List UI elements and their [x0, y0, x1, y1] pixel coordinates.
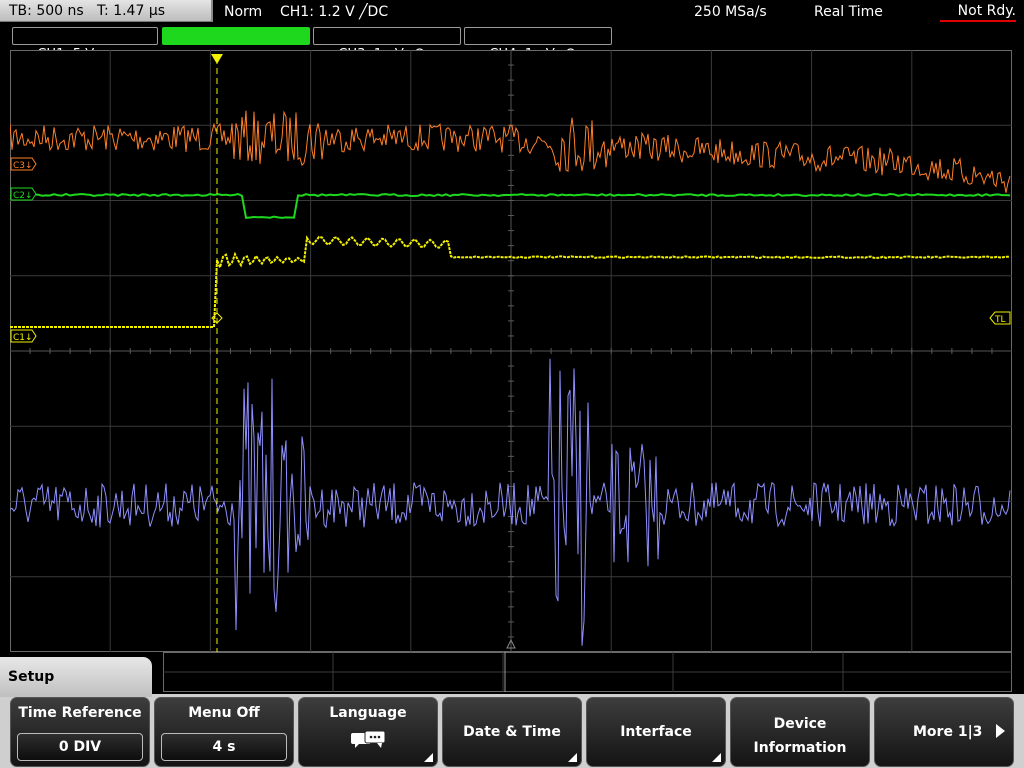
time-reference-button[interactable]: Time Reference 0 DIV [10, 697, 150, 767]
submenu-indicator-icon [568, 753, 577, 762]
button-label: Interface [620, 724, 692, 740]
button-label: Date & Time [463, 724, 561, 740]
button-label: Device Information [753, 716, 847, 756]
status-bar: TB: 500 ns T: 1.47 µs Norm CH1: 1.2 V ╱D… [0, 0, 1024, 24]
device-information-button[interactable]: Device Information [730, 697, 870, 767]
acquisition-mode: Real Time [814, 4, 883, 20]
button-label: Menu Off [188, 705, 260, 721]
sample-rate: 250 MSa/s [694, 4, 767, 20]
menu-off-value: 4 s [161, 733, 287, 761]
timebase-readout[interactable]: TB: 500 ns T: 1.47 µs [0, 0, 213, 22]
trigger-mode[interactable]: Norm [224, 0, 262, 24]
svg-text:C3↓: C3↓ [13, 161, 33, 171]
more-button[interactable]: More 1|3 [874, 697, 1014, 767]
interface-button[interactable]: Interface [586, 697, 726, 767]
svg-text:C1↓: C1↓ [13, 333, 33, 343]
svg-text:TL: TL [994, 315, 1006, 325]
channel-tab-ch3[interactable]: CH3: 1mV≃Ω [313, 27, 461, 62]
speech-bubbles-icon [351, 730, 386, 748]
next-page-arrow-icon [996, 724, 1005, 738]
submenu-indicator-icon [712, 753, 721, 762]
channel-tab-ch4[interactable]: CH4: 1mV≃Ω [464, 27, 612, 62]
acquisition-state: Not Rdy. [940, 0, 1016, 22]
button-label: Language [329, 705, 407, 721]
channel-tab-ch1[interactable]: CH1: 5 V≃ [12, 27, 158, 62]
menu-off-button[interactable]: Menu Off 4 s [154, 697, 294, 767]
overview-strip[interactable] [163, 652, 1012, 692]
button-label: More 1|3 [913, 724, 983, 740]
menu-title: Setup [0, 657, 152, 697]
ch3-offset-marker[interactable]: C3↓ [10, 157, 37, 171]
button-label: Time Reference [18, 705, 142, 721]
time-reference-value: 0 DIV [17, 733, 143, 761]
svg-text:C2↓: C2↓ [13, 191, 33, 201]
ch1-offset-marker[interactable]: C1↓ [10, 329, 37, 343]
date-time-button[interactable]: Date & Time [442, 697, 582, 767]
ch2-offset-marker[interactable]: C2↓ [10, 187, 37, 201]
channel-tab-ch2[interactable]: CH2: 20 mV≃Ω [162, 27, 310, 62]
language-button[interactable]: Language [298, 697, 438, 767]
trigger-source[interactable]: CH1: 1.2 V ╱DC [280, 0, 388, 24]
waveform-display[interactable]: C3↓ C2↓ C1↓ TL [10, 50, 1012, 652]
submenu-indicator-icon [424, 753, 433, 762]
